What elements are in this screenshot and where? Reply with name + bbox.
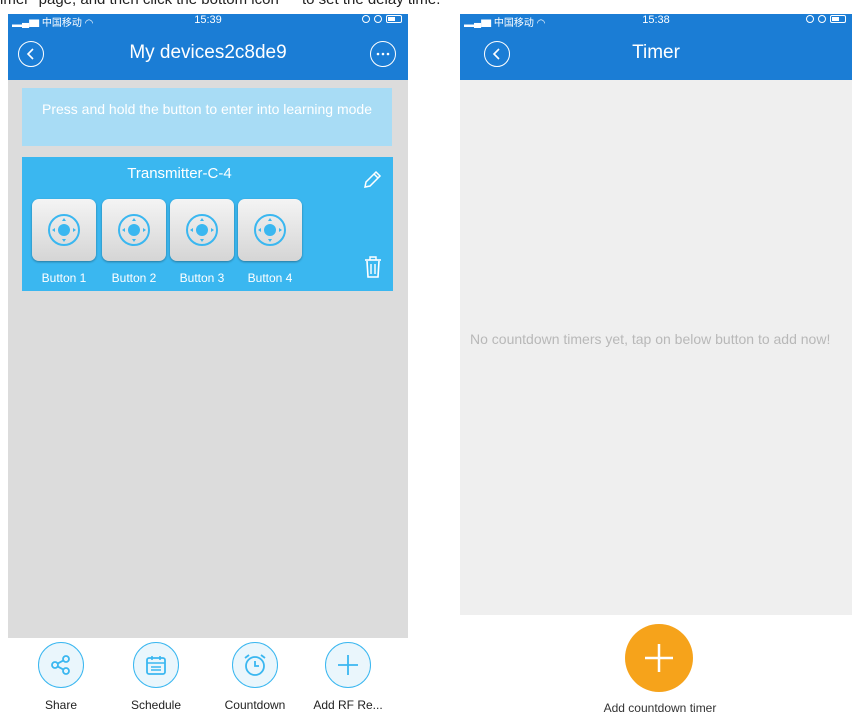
- status-bar: ▂▄▆ 中国移动 ◠ 15:38: [460, 14, 852, 29]
- device-name: Transmitter-C-4: [127, 165, 232, 182]
- tab-label: Countdown: [224, 698, 286, 712]
- tab-label: Share: [44, 698, 78, 712]
- status-icons: [362, 15, 402, 23]
- tab-share[interactable]: Share: [21, 642, 101, 712]
- rf-button-label: Button 2: [111, 271, 157, 285]
- remote-dpad-icon: [186, 214, 218, 246]
- pencil-icon[interactable]: [361, 169, 383, 191]
- rf-button-label: Button 3: [179, 271, 225, 285]
- remote-dpad-icon: [254, 214, 286, 246]
- status-bar: ▂▄▆ 中国移动 ◠ 15:39: [8, 14, 408, 29]
- plus-icon: [325, 642, 371, 688]
- alarm-icon: [818, 15, 826, 23]
- screenshot-canvas: imer" page, and then click the bottom ic…: [0, 0, 852, 713]
- nav-bar: Timer: [460, 28, 852, 80]
- more-button[interactable]: [370, 41, 396, 67]
- tab-add-rf-remote[interactable]: Add RF Re...: [308, 642, 388, 712]
- tab-label: Add RF Re...: [313, 698, 383, 712]
- timer-list-area: No countdown timers yet, tap on below bu…: [460, 80, 852, 615]
- status-icons: [806, 15, 846, 23]
- alarm-clock-icon: [232, 642, 278, 688]
- device-screen: ▂▄▆ 中国移动 ◠ 15:39 My devices2c8de9 Press …: [8, 14, 408, 713]
- device-list-area: Press and hold the button to enter into …: [8, 80, 408, 638]
- timer-bottom-bar: Add countdown timer: [460, 615, 852, 713]
- status-time: 15:38: [642, 14, 670, 26]
- remote-dpad-icon: [48, 214, 80, 246]
- page-title: My devices2c8de9: [129, 42, 287, 63]
- battery-icon: [386, 15, 402, 23]
- battery-icon: [830, 15, 846, 23]
- bottom-toolbar: Share Schedule Countdown Add RF Re...: [8, 638, 408, 713]
- lock-rotation-icon: [806, 15, 814, 23]
- trash-icon[interactable]: [363, 255, 383, 279]
- caption-text: imer" page, and then click the bottom ic…: [0, 0, 852, 9]
- device-card[interactable]: Transmitter-C-4 Button 1 Button 2 Button…: [22, 157, 393, 291]
- page-title: Timer: [632, 42, 680, 63]
- add-countdown-button[interactable]: [625, 624, 693, 692]
- more-dots-icon: [376, 52, 390, 56]
- lock-rotation-icon: [362, 15, 370, 23]
- plus-icon: [645, 644, 673, 672]
- status-time: 15:39: [194, 14, 222, 26]
- rf-button-label: Button 1: [41, 271, 87, 285]
- tab-countdown[interactable]: Countdown: [215, 642, 295, 712]
- timer-screen: ▂▄▆ 中国移动 ◠ 15:38 Timer No countdown time…: [460, 14, 852, 713]
- rf-button-4[interactable]: [238, 199, 302, 261]
- empty-state-message: No countdown timers yet, tap on below bu…: [470, 331, 831, 347]
- rf-button-1[interactable]: [32, 199, 96, 261]
- tab-label: Schedule: [130, 698, 182, 712]
- add-countdown-label: Add countdown timer: [603, 701, 717, 713]
- calendar-icon: [133, 642, 179, 688]
- nav-bar: My devices2c8de9: [8, 28, 408, 80]
- rf-button-2[interactable]: [102, 199, 166, 261]
- learning-mode-hint: Press and hold the button to enter into …: [22, 88, 392, 146]
- remote-dpad-icon: [118, 214, 150, 246]
- share-icon: [38, 642, 84, 688]
- rf-button-3[interactable]: [170, 199, 234, 261]
- alarm-icon: [374, 15, 382, 23]
- rf-button-label: Button 4: [247, 271, 293, 285]
- tab-schedule[interactable]: Schedule: [116, 642, 196, 712]
